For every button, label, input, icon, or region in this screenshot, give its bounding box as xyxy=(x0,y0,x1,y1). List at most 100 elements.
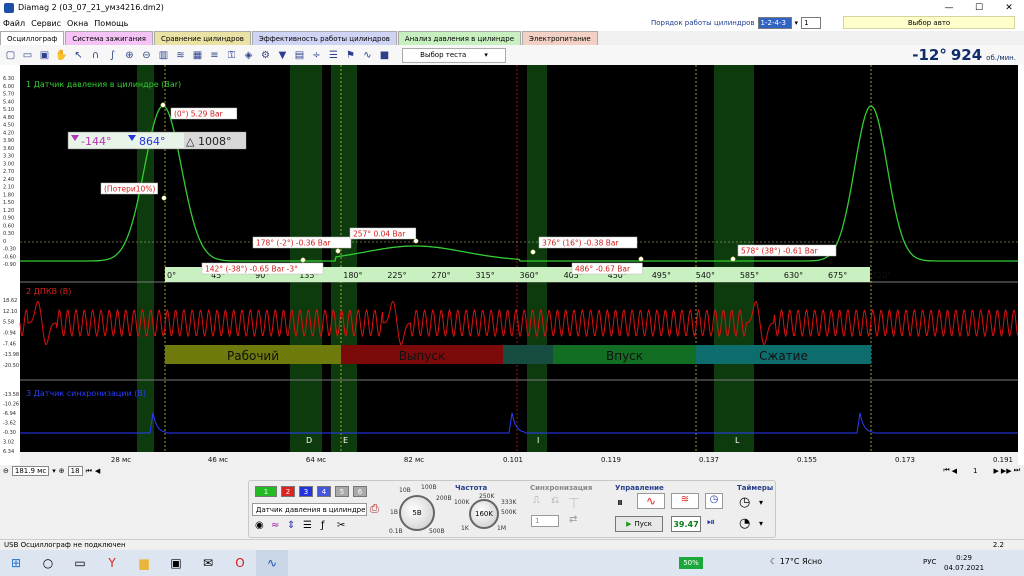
close-button[interactable]: ✕ xyxy=(994,0,1024,15)
block-icon[interactable]: ■ xyxy=(377,48,392,63)
split-icon[interactable]: ÷ xyxy=(309,48,324,63)
sync-fall-icon[interactable]: ⏉ xyxy=(569,495,579,510)
clock-icon[interactable]: ◔ xyxy=(739,516,750,531)
grid-icon[interactable]: ▦ xyxy=(190,48,205,63)
last-icon[interactable]: ⏭ xyxy=(1014,466,1020,475)
flag-icon[interactable]: ⚑ xyxy=(343,48,358,63)
store-icon[interactable]: ▣ xyxy=(160,550,192,576)
opera-icon[interactable]: O xyxy=(224,550,256,576)
lines-icon[interactable]: ≡ xyxy=(207,48,222,63)
pause-icon[interactable]: ⏸ xyxy=(617,495,623,510)
open-folder-icon[interactable]: ▭ xyxy=(20,48,35,63)
auto-play-icon[interactable]: ⏯ xyxy=(707,517,715,528)
prev-icon[interactable]: ◀ xyxy=(952,467,957,475)
fast-next-icon[interactable]: ▶▶ xyxy=(1001,467,1012,475)
prev-page-icon[interactable]: ◀ xyxy=(95,467,100,475)
cylinder-order-select[interactable]: 1-2-4-3 xyxy=(757,17,792,29)
save-icon[interactable]: ▣ xyxy=(37,48,52,63)
probe-icon[interactable]: ⎙ xyxy=(370,502,379,516)
windows-start-icon[interactable]: ⊞ xyxy=(0,550,32,576)
chevron-down-icon[interactable]: ▾ xyxy=(795,19,799,27)
multi-wave-icon[interactable]: ≋ xyxy=(671,493,699,509)
tab-cylinder-efficiency[interactable]: Эффективность работы цилиндров xyxy=(251,31,397,45)
wave-icon[interactable]: ≋ xyxy=(173,48,188,63)
wave-settings-icon[interactable]: ≈ xyxy=(271,520,279,531)
eye-icon[interactable]: ◉ xyxy=(255,520,264,531)
minimize-button[interactable]: — xyxy=(934,0,964,15)
cursor-icon[interactable]: ↖ xyxy=(71,48,86,63)
menu-windows[interactable]: Окна xyxy=(64,19,91,28)
lock-icon[interactable]: ⚿ xyxy=(224,48,239,63)
zoom-in-icon[interactable]: ⊕ xyxy=(122,48,137,63)
battery-indicator[interactable]: 50% xyxy=(679,557,703,569)
curve-icon[interactable]: ∫ xyxy=(105,48,120,63)
chevron-down-icon[interactable]: ▾ xyxy=(52,467,56,475)
menu-help[interactable]: Помощь xyxy=(91,19,131,28)
ch3-tick: 3.02 xyxy=(3,440,14,446)
function-icon[interactable]: ƒ xyxy=(321,520,325,531)
chevron-down-icon[interactable]: ▾ xyxy=(759,519,763,528)
zoom-out-icon[interactable]: ⊖ xyxy=(139,48,154,63)
channel-2-button[interactable]: 2 xyxy=(281,486,295,497)
sync-edge-icon[interactable]: ⎍ xyxy=(533,495,540,506)
sync-rise-icon[interactable]: ⎌ xyxy=(551,495,559,506)
range-knob[interactable]: 5В xyxy=(399,495,435,531)
maximize-button[interactable]: ☐ xyxy=(964,0,994,15)
stopwatch-icon[interactable]: ◷ xyxy=(739,495,750,510)
tab-power-supply[interactable]: Электропитание xyxy=(522,31,598,45)
table-icon[interactable]: ▤ xyxy=(292,48,307,63)
channel-4-button[interactable]: 4 xyxy=(317,486,331,497)
timebase-select[interactable]: 181.9 мс xyxy=(11,466,50,476)
explorer-icon[interactable]: ▆ xyxy=(128,550,160,576)
test-select[interactable]: Выбор теста ▾ xyxy=(402,47,506,63)
marker-icon[interactable]: ▼ xyxy=(275,48,290,63)
channel-6-button[interactable]: 6 xyxy=(353,486,367,497)
zoom-out-icon[interactable]: ⊖ xyxy=(3,467,9,475)
sync-arrows-icon[interactable]: ⇄ xyxy=(569,514,577,525)
task-view-icon[interactable]: ▭ xyxy=(64,550,96,576)
channel-3-button[interactable]: 3 xyxy=(299,486,313,497)
plot-area xyxy=(20,65,1018,452)
first-page-icon[interactable]: ⏮ xyxy=(86,467,92,476)
tools-icon[interactable]: ✂ xyxy=(337,520,345,531)
yandex-browser-icon[interactable]: Y xyxy=(96,550,128,576)
search-icon[interactable]: ○ xyxy=(32,550,64,576)
weather-widget[interactable]: ☾ 17°C Ясно xyxy=(770,557,822,566)
oscilloscope-plot[interactable]: D E I L 6.30 6.00 5.705.40 5.10 4.80 4.504.20 3.9… xyxy=(0,65,1024,465)
clock[interactable]: 0:29 04.07.2021 xyxy=(944,553,984,573)
bars-icon[interactable]: ▥ xyxy=(156,48,171,63)
headphones-icon[interactable]: ∩ xyxy=(88,48,103,63)
list-icon[interactable]: ☰ xyxy=(326,48,341,63)
sync-channel-select[interactable]: 1 xyxy=(531,515,559,527)
hand-icon[interactable]: ✋ xyxy=(54,48,69,63)
language-indicator[interactable]: РУС xyxy=(923,558,936,566)
tab-ignition[interactable]: Система зажигания xyxy=(65,31,153,45)
channel-5-button[interactable]: 5 xyxy=(335,486,349,497)
first-icon[interactable]: ⏮ xyxy=(943,466,949,475)
frequency-knob[interactable]: 160K xyxy=(469,499,499,529)
chevron-down-icon[interactable]: ▾ xyxy=(759,498,763,507)
mail-icon[interactable]: ✉ xyxy=(192,550,224,576)
diamag-app-icon[interactable]: ∿ xyxy=(256,550,288,576)
cylinder-number-select[interactable]: 1 xyxy=(801,17,822,29)
channel-sensor-select[interactable]: Датчик давления в цилиндре xyxy=(252,503,367,516)
sine-icon[interactable]: ∿ xyxy=(360,48,375,63)
gear-icon[interactable]: ⚙ xyxy=(258,48,273,63)
list-icon[interactable]: ☰ xyxy=(303,520,312,531)
auto-select-button[interactable]: Выбор авто xyxy=(843,16,1015,29)
channel-count-select[interactable]: 18 xyxy=(67,466,83,476)
timer-icon[interactable]: ◷ xyxy=(705,493,723,509)
sine-wave-icon[interactable]: ∿ xyxy=(637,493,665,509)
zoom-in-icon[interactable]: ⊕ xyxy=(59,467,65,475)
tab-pressure-analysis[interactable]: Анализ давления в цилиндре xyxy=(397,31,521,45)
tab-oscilloscope[interactable]: Осциллограф xyxy=(0,31,65,45)
updown-icon[interactable]: ⇕ xyxy=(287,520,295,531)
menu-file[interactable]: Файл xyxy=(0,19,28,28)
palette-icon[interactable]: ◈ xyxy=(241,48,256,63)
next-icon[interactable]: ▶ xyxy=(994,467,999,475)
menu-service[interactable]: Сервис xyxy=(28,19,64,28)
new-icon[interactable]: ▢ xyxy=(3,48,18,63)
channel-1-button[interactable]: 1 xyxy=(255,486,277,497)
start-button[interactable]: ▶ Пуск xyxy=(615,516,663,532)
tab-cylinder-compare[interactable]: Сравнение цилиндров xyxy=(153,31,251,45)
